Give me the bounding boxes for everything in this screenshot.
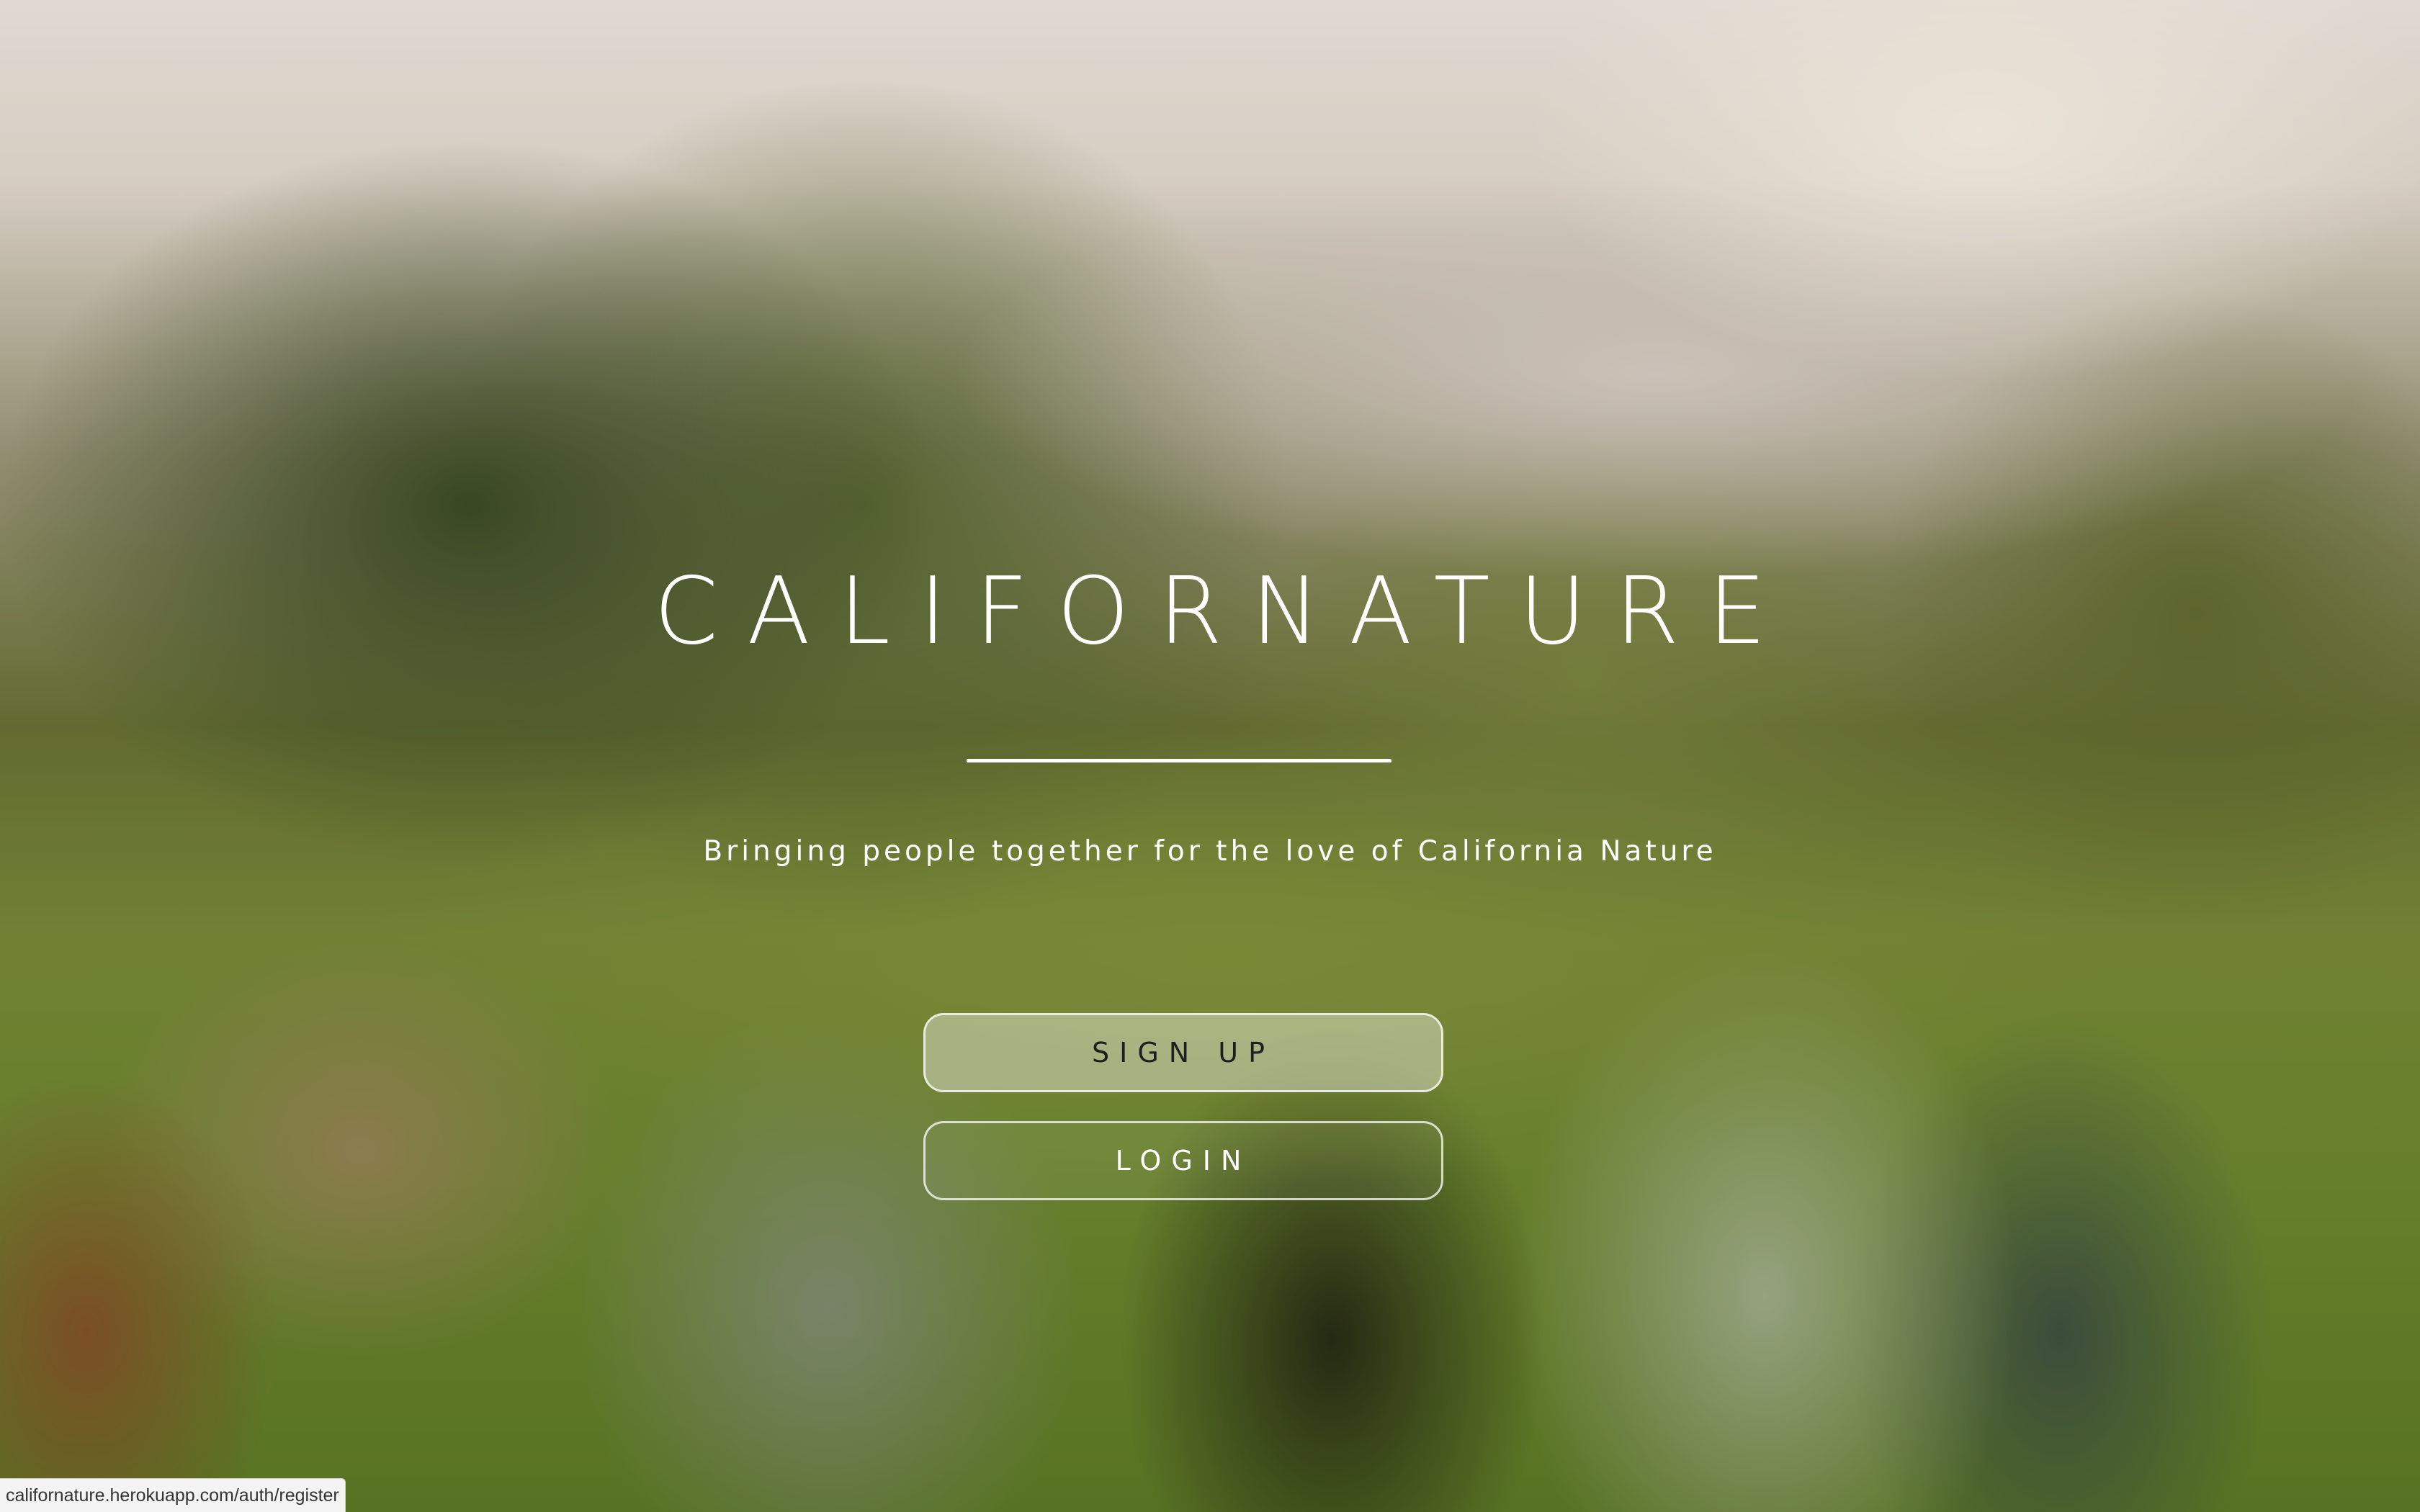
site-title: CALIFORNATURE [653, 558, 1796, 665]
link-status-url: californature.herokuapp.com/auth/registe… [0, 1478, 346, 1512]
landing-hero: CALIFORNATURE Bringing people together f… [0, 0, 2420, 1512]
title-divider [967, 759, 1392, 762]
login-button[interactable]: LOGIN [923, 1121, 1443, 1200]
tagline: Bringing people together for the love of… [703, 835, 1717, 868]
sign-up-button[interactable]: SIGN UP [923, 1013, 1443, 1092]
